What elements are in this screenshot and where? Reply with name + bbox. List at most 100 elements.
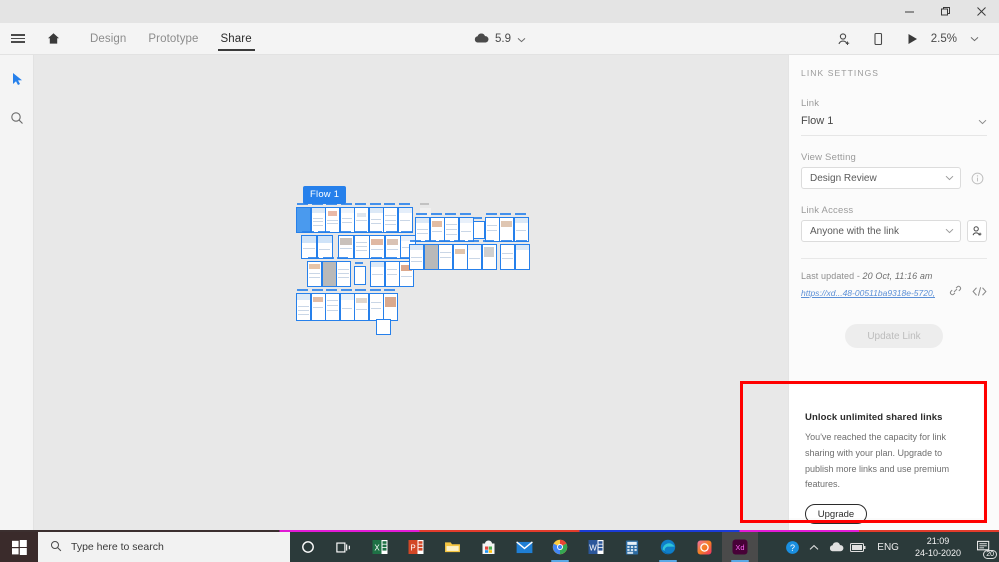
artboard[interactable] (383, 289, 398, 321)
copy-link-icon[interactable] (949, 284, 962, 302)
artboard[interactable] (338, 231, 354, 259)
link-access-select[interactable]: Anyone with the link (801, 220, 961, 242)
minimize-button[interactable] (891, 0, 927, 23)
artboard[interactable] (467, 240, 482, 270)
artboard[interactable] (499, 213, 514, 242)
artboard[interactable] (415, 213, 430, 242)
artboard[interactable] (513, 213, 529, 242)
select-tool[interactable] (0, 63, 34, 95)
artboard[interactable] (384, 257, 400, 287)
artboard[interactable] (444, 213, 459, 242)
update-link-button[interactable]: Update Link (845, 324, 943, 348)
clock[interactable]: 21:09 24-10-2020 (907, 535, 969, 559)
artboard[interactable] (384, 231, 401, 259)
zoom-tool[interactable] (0, 102, 34, 134)
cloud-icon[interactable] (825, 532, 847, 562)
play-preview-icon[interactable] (895, 23, 929, 55)
artboard[interactable] (325, 289, 340, 321)
zoom-level-label[interactable]: 2.5% (931, 33, 957, 45)
language-indicator[interactable]: ENG (869, 542, 907, 553)
help-question-icon[interactable]: ? (781, 532, 803, 562)
tab-share[interactable]: Share (217, 23, 255, 55)
artboard[interactable] (376, 319, 391, 335)
artboard[interactable] (383, 203, 398, 233)
notifications-icon[interactable]: 20 (969, 532, 999, 562)
artboard[interactable] (339, 203, 355, 233)
adobe-xd-icon[interactable]: Xd (722, 532, 758, 562)
chevron-down-icon[interactable] (517, 30, 526, 48)
tab-design[interactable]: Design (90, 23, 126, 55)
close-button[interactable] (963, 0, 999, 23)
chevron-down-icon[interactable] (978, 112, 987, 130)
device-preview-icon[interactable] (861, 23, 895, 55)
mail-icon[interactable] (506, 532, 542, 562)
artboard[interactable] (458, 213, 474, 242)
calculator-icon[interactable] (614, 532, 650, 562)
artboard[interactable] (514, 240, 530, 270)
artboard[interactable] (438, 240, 453, 270)
chevron-down-icon[interactable] (945, 226, 954, 237)
artboard[interactable] (354, 203, 369, 233)
artboard[interactable] (325, 203, 340, 233)
home-icon[interactable] (36, 32, 70, 45)
artboard[interactable] (484, 213, 500, 242)
artboard[interactable] (500, 240, 515, 270)
artboard[interactable] (310, 289, 326, 321)
artboard[interactable] (481, 240, 497, 270)
invite-user-icon[interactable] (827, 23, 861, 55)
artboard[interactable] (301, 231, 317, 259)
cortana-icon[interactable] (290, 532, 326, 562)
artboard-row[interactable] (307, 257, 415, 287)
search-input[interactable]: Type here to search (38, 532, 290, 562)
artboard[interactable] (353, 262, 366, 285)
restore-button[interactable] (927, 0, 963, 23)
artboard[interactable] (336, 257, 351, 287)
file-explorer-icon[interactable] (434, 532, 470, 562)
creative-cloud-icon[interactable] (686, 532, 722, 562)
artboard[interactable] (452, 240, 468, 270)
artboard-row[interactable] (301, 231, 417, 259)
link-select[interactable]: Flow 1 (801, 112, 987, 136)
hamburger-menu-icon[interactable] (0, 32, 36, 45)
artboard[interactable] (310, 203, 326, 233)
task-view-icon[interactable] (326, 532, 362, 562)
word-icon[interactable]: W (578, 532, 614, 562)
chrome-icon[interactable] (542, 532, 578, 562)
artboard[interactable] (370, 257, 385, 287)
artboard[interactable] (397, 203, 413, 233)
artboard[interactable] (353, 231, 370, 259)
artboard[interactable] (321, 257, 337, 287)
artboard[interactable] (296, 289, 311, 321)
artboard[interactable] (354, 289, 369, 321)
design-canvas[interactable]: Flow 1 (34, 55, 788, 530)
edge-icon[interactable] (650, 532, 686, 562)
powerpoint-icon[interactable]: P (398, 532, 434, 562)
flow-label[interactable]: Flow 1 (303, 186, 347, 204)
embed-code-icon[interactable] (972, 284, 987, 302)
cloud-status-group[interactable]: 5.9 (474, 23, 526, 55)
excel-icon[interactable]: X (362, 532, 398, 562)
artboard[interactable] (473, 217, 485, 239)
microsoft-store-icon[interactable] (470, 532, 506, 562)
artboard-row[interactable] (415, 213, 529, 242)
artboard-row[interactable] (409, 240, 530, 270)
artboard[interactable] (316, 231, 333, 259)
artboard-row[interactable] (296, 203, 433, 233)
windows-start-icon[interactable] (0, 532, 38, 562)
battery-icon[interactable] (847, 532, 869, 562)
chevron-down-icon[interactable] (945, 173, 954, 184)
artboard-row[interactable] (296, 289, 399, 321)
artboard[interactable] (368, 203, 384, 233)
chevron-up-icon[interactable] (803, 532, 825, 562)
add-person-icon[interactable] (967, 220, 987, 242)
artboard[interactable] (409, 240, 424, 270)
artboard[interactable] (296, 203, 311, 233)
artboard[interactable] (429, 213, 445, 242)
artboard[interactable] (423, 240, 439, 270)
zoom-chevron-down-icon[interactable] (957, 23, 991, 55)
view-setting-select[interactable]: Design Review (801, 167, 961, 189)
tab-prototype[interactable]: Prototype (148, 23, 198, 55)
artboard[interactable] (307, 257, 322, 287)
artboard[interactable] (368, 289, 384, 321)
info-icon[interactable] (967, 167, 987, 189)
